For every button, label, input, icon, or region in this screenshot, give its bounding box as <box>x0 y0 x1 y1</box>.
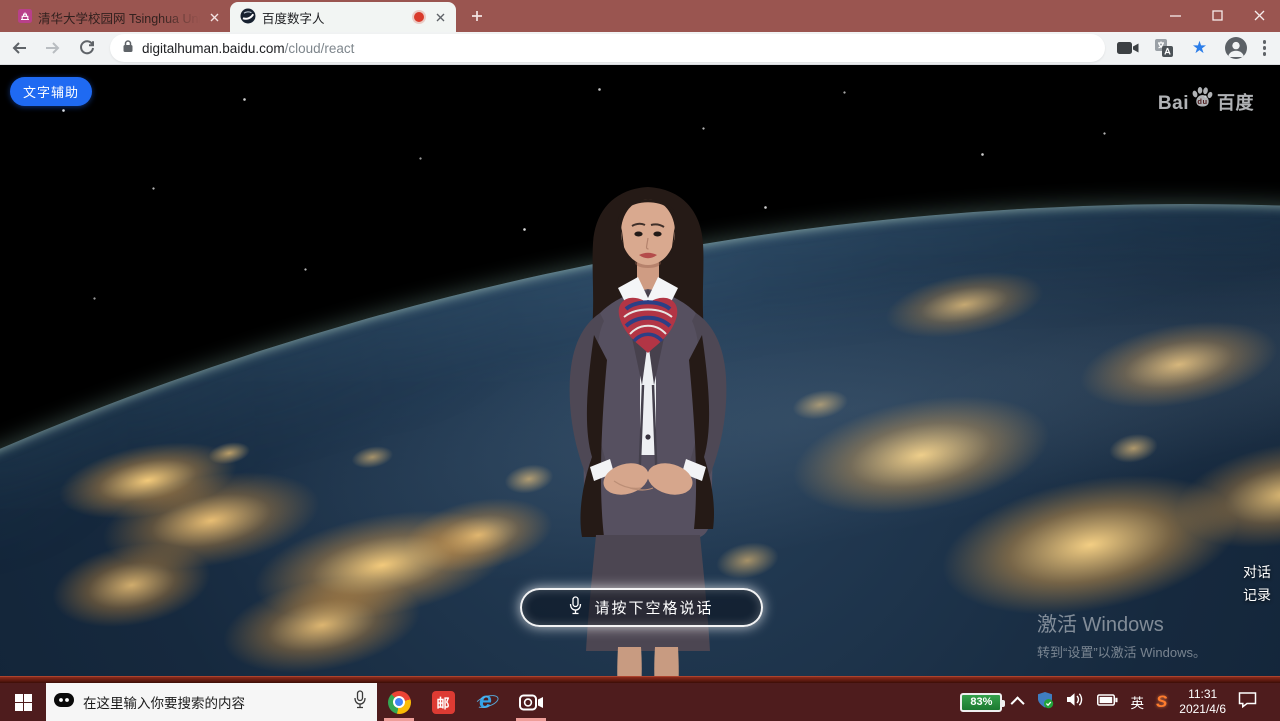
maximize-button[interactable] <box>1196 0 1238 30</box>
screen: 清华大学校园网 Tsinghua Univ 百度数字人 <box>0 0 1280 721</box>
url-text: digitalhuman.baidu.com/cloud/react <box>142 41 354 56</box>
lock-icon <box>122 39 134 58</box>
svg-text:du: du <box>1197 97 1207 106</box>
taskbar-clock[interactable]: 11:31 2021/4/6 <box>1179 687 1226 717</box>
start-button[interactable] <box>0 683 46 721</box>
bookmark-star-icon[interactable]: ★ <box>1187 35 1213 61</box>
windows-security-icon[interactable] <box>1036 691 1054 714</box>
tsinghua-favicon-icon <box>18 9 32 26</box>
battery-percentage-widget[interactable]: 83% <box>960 693 1002 712</box>
dialog-record-toggle: 对话 记录 <box>1243 561 1271 607</box>
baidu-logo: Bai du 百度 <box>1158 85 1254 115</box>
tab-title: 清华大学校园网 Tsinghua Univ <box>38 8 200 27</box>
action-center-icon[interactable] <box>1238 691 1257 713</box>
reload-button[interactable] <box>72 34 102 62</box>
clock-time: 11:31 <box>1179 687 1226 702</box>
camera-taskbar-icon[interactable] <box>509 683 553 721</box>
camera-extension-icon[interactable] <box>1115 35 1141 61</box>
input-language-indicator[interactable]: 英 <box>1130 692 1144 712</box>
tab-close-icon[interactable] <box>432 9 448 25</box>
address-bar[interactable]: digitalhuman.baidu.com/cloud/react <box>110 34 1105 62</box>
dialog-label[interactable]: 对话 <box>1243 561 1271 584</box>
search-placeholder: 在这里输入你要搜索的内容 <box>83 692 344 712</box>
internet-explorer-taskbar-icon[interactable]: e <box>465 683 509 721</box>
baidu-logo-bai: Bai <box>1158 93 1189 115</box>
window-controls <box>1154 0 1280 30</box>
browser-titlebar: 清华大学校园网 Tsinghua Univ 百度数字人 <box>0 0 1280 32</box>
forward-button[interactable] <box>38 34 68 62</box>
clock-date: 2021/4/6 <box>1179 702 1226 717</box>
text-assist-button[interactable]: 文字辅助 <box>10 77 92 106</box>
system-tray: 83% 英 S 11:31 2021/4/6 <box>960 683 1280 721</box>
podium-desk <box>0 676 1280 683</box>
minimize-button[interactable] <box>1154 0 1196 30</box>
volume-icon[interactable] <box>1066 692 1085 712</box>
recording-indicator-icon <box>414 12 424 22</box>
search-mic-icon[interactable] <box>353 690 367 714</box>
back-button[interactable] <box>4 34 34 62</box>
tab-close-icon[interactable] <box>206 9 222 25</box>
windows-taskbar: 在这里输入你要搜索的内容 邮 e 83% 英 <box>0 683 1280 721</box>
tab-tsinghua[interactable]: 清华大学校园网 Tsinghua Univ <box>8 2 230 32</box>
mail-taskbar-icon[interactable]: 邮 <box>421 683 465 721</box>
translate-extension-icon[interactable] <box>1151 35 1177 61</box>
record-label[interactable]: 记录 <box>1243 584 1271 607</box>
baidu-logo-cn: 百度 <box>1217 89 1254 115</box>
baidu-paw-icon: du <box>1190 85 1214 115</box>
profile-avatar[interactable] <box>1223 35 1249 61</box>
push-to-talk-label: 请按下空格说话 <box>594 597 713 618</box>
browser-toolbar: digitalhuman.baidu.com/cloud/react ★ <box>0 32 1280 65</box>
push-to-talk-pill[interactable]: 请按下空格说话 <box>520 588 763 627</box>
toolbar-actions: ★ <box>1115 35 1280 61</box>
tray-expand-chevron-icon[interactable] <box>1011 696 1025 710</box>
close-button[interactable] <box>1238 0 1280 30</box>
windows-activation-watermark: 激活 Windows 转到“设置”以激活 Windows。 <box>1037 608 1206 661</box>
battery-tray-icon[interactable] <box>1097 693 1118 711</box>
microphone-icon <box>569 596 582 619</box>
tab-title: 百度数字人 <box>262 8 408 27</box>
browser-menu-icon[interactable] <box>1259 36 1271 60</box>
digital-human-page: 文字辅助 Bai du 百度 请按下空格说话 对话 记录 激活 Windows … <box>0 65 1280 683</box>
sogou-input-icon[interactable]: S <box>1156 692 1167 712</box>
watermark-line1: 激活 Windows <box>1037 608 1206 637</box>
taskbar-search-box[interactable]: 在这里输入你要搜索的内容 <box>46 683 377 721</box>
watermark-line2: 转到“设置”以激活 Windows。 <box>1037 642 1206 661</box>
chrome-taskbar-icon[interactable] <box>377 683 421 721</box>
tab-baidu-digital-human[interactable]: 百度数字人 <box>230 2 456 32</box>
pinned-apps: 邮 e <box>377 683 553 721</box>
cortana-search-icon <box>54 692 74 713</box>
new-tab-button[interactable] <box>464 3 490 29</box>
globe-favicon-icon <box>240 8 256 27</box>
